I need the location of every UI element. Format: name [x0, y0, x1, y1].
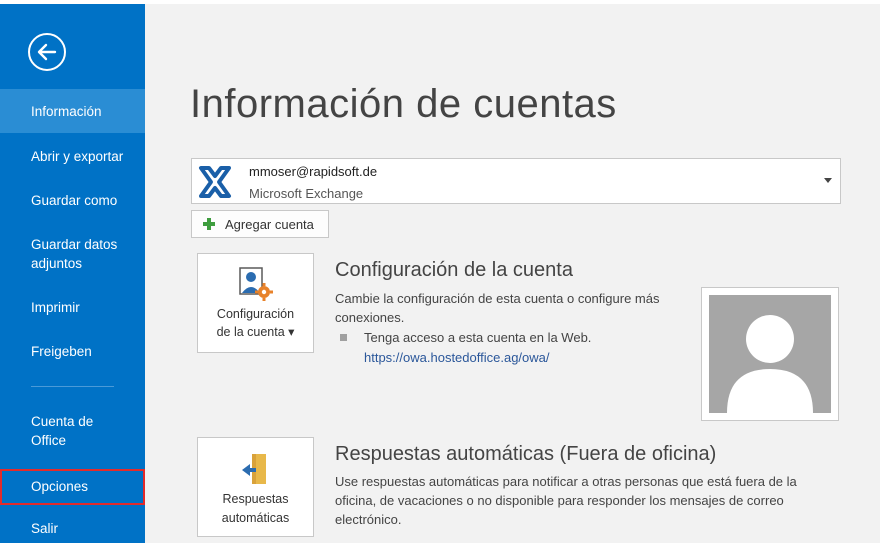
account-settings-title: Configuración de la cuenta [335, 259, 573, 281]
web-access-text: Tenga acceso a esta cuenta en la Web. [364, 330, 592, 345]
nav-item-label: Cuenta de Office [31, 414, 94, 448]
nav-divider [31, 386, 114, 387]
account-type: Microsoft Exchange [249, 186, 364, 201]
nav-item-opciones[interactable]: Opciones [0, 469, 145, 505]
nav-item-abrir-exportar[interactable]: Abrir y exportar [0, 147, 145, 166]
nav-item-label: Imprimir [31, 300, 80, 315]
nav-item-label: Freigeben [31, 344, 92, 359]
account-settings-icon [239, 267, 273, 301]
account-settings-button[interactable]: Configuración de la cuenta ▾ [197, 253, 314, 353]
nav-item-label: Información [31, 104, 102, 119]
account-settings-description: Cambie la configuración de esta cuenta o… [335, 291, 660, 325]
nav-item-guardar-como[interactable]: Guardar como [0, 191, 145, 210]
avatar [709, 295, 831, 413]
bullet-icon [340, 334, 347, 341]
nav-item-informacion[interactable]: Información [0, 89, 145, 133]
nav-item-label: Abrir y exportar [31, 149, 124, 164]
account-settings-label-2: de la cuenta ▾ [216, 325, 295, 339]
auto-replies-button[interactable]: Respuestas automáticas [197, 437, 314, 537]
nav-item-guardar-adjuntos[interactable]: Guardar datos adjuntos [0, 235, 145, 273]
auto-replies-label-1: Respuestas [222, 492, 289, 506]
exchange-icon [199, 166, 231, 198]
add-account-label: Agregar cuenta [225, 217, 314, 232]
nav-item-freigeben[interactable]: Freigeben [0, 342, 145, 361]
nav-item-label: Guardar como [31, 193, 118, 208]
nav-item-imprimir[interactable]: Imprimir [0, 298, 145, 317]
nav-item-label: Guardar datos adjuntos [31, 237, 118, 271]
nav-item-salir[interactable]: Salir [0, 519, 145, 538]
nav-item-label: Opciones [31, 479, 89, 494]
add-account-button[interactable]: Agregar cuenta [191, 210, 329, 238]
auto-replies-icon [242, 454, 266, 484]
nav-item-label: Salir [31, 521, 59, 536]
page-title: Información de cuentas [190, 82, 617, 126]
profile-photo[interactable] [701, 287, 839, 421]
auto-replies-label-2: automáticas [221, 511, 290, 525]
chevron-down-icon [824, 178, 832, 183]
account-email: mmoser@rapidsoft.de [249, 164, 378, 179]
person-silhouette-icon [727, 315, 813, 413]
plus-icon [203, 218, 215, 230]
auto-replies-description: Use respuestas automáticas para notifica… [335, 474, 797, 527]
back-arrow-icon [37, 43, 57, 61]
owa-link[interactable]: https://owa.hostedoffice.ag/owa/ [364, 350, 550, 365]
nav-item-cuenta-office[interactable]: Cuenta de Office [0, 412, 145, 450]
account-selector[interactable]: mmoser@rapidsoft.de Microsoft Exchange [191, 158, 841, 204]
auto-replies-title: Respuestas automáticas (Fuera de oficina… [335, 443, 717, 465]
account-settings-label-1: Configuración [216, 307, 295, 321]
back-button[interactable] [28, 33, 66, 71]
backstage-sidebar: Información Abrir y exportar Guardar com… [0, 4, 145, 543]
